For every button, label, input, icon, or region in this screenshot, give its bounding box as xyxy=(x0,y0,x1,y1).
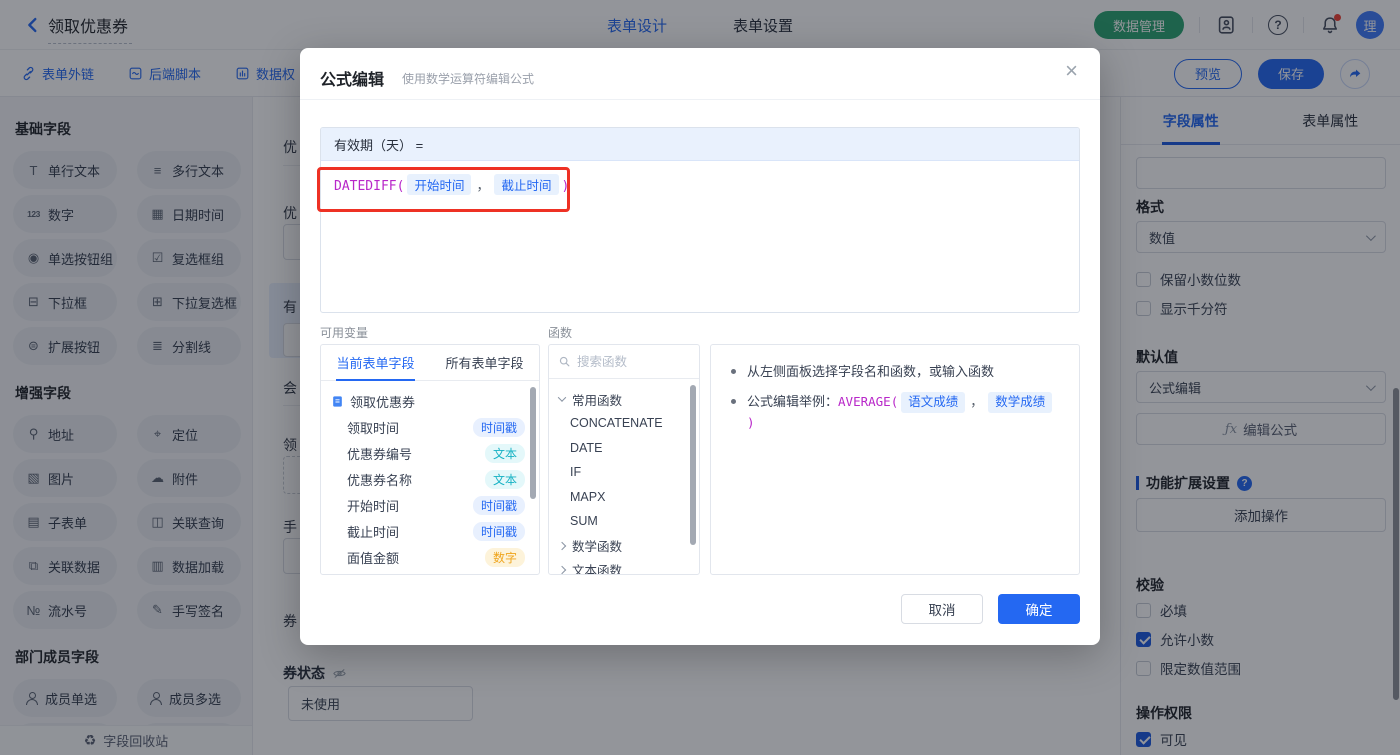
tree-root-form[interactable]: 领取优惠券 xyxy=(321,388,539,414)
modal-title: 公式编辑 xyxy=(320,72,385,89)
example-close-paren: ) xyxy=(747,415,755,430)
tip-line: 从左侧面板选择字段名和函数，或输入函数 xyxy=(729,362,1061,381)
variable-row[interactable]: 开始时间 时间戳 xyxy=(321,492,539,518)
variable-row[interactable]: 截止时间 时间戳 xyxy=(321,518,539,544)
app-screen: 领取优惠券 表单设计 表单设置 数据管理 ? 理 表单外链 后端脚本 数据权 预… xyxy=(0,0,1400,755)
function-item[interactable]: CONCATENATE xyxy=(549,411,699,436)
tab-label: 当前表单字段 xyxy=(336,353,415,381)
tip-text: 从左侧面板选择字段名和函数，或输入函数 xyxy=(747,364,995,379)
functions-panel: 常用函数 CONCATENATE DATE IF MAPX SUM 数学函数 文… xyxy=(548,344,700,575)
variables-tree: 领取优惠券 领取时间 时间戳 优惠券编号 文本 优惠券名称 文本 开始时间 时间戳 截止… xyxy=(321,381,539,570)
bullet-dot xyxy=(731,369,736,374)
example-comma: ， xyxy=(970,394,984,409)
example-field-chip: 数学成绩 xyxy=(988,392,1053,413)
type-badge: 时间戳 xyxy=(472,417,525,437)
function-item[interactable]: MAPX xyxy=(549,485,699,510)
tab-current-form-fields[interactable]: 当前表单字段 xyxy=(321,345,430,381)
formula-result-label: 有效期（天） = xyxy=(321,128,1079,161)
variable-name: 优惠券编号 xyxy=(347,446,413,462)
function-search xyxy=(549,345,699,379)
example-field-chip: 语文成绩 xyxy=(901,392,966,413)
formula-input-area[interactable]: DATEDIFF(开始时间 ， 截止时间) xyxy=(321,161,1079,208)
variables-scrollbar[interactable] xyxy=(530,387,536,499)
tip-example: 公式编辑举例：AVERAGE(语文成绩 ， 数学成绩) xyxy=(747,392,1061,432)
formula-field-chip[interactable]: 截止时间 xyxy=(494,174,559,195)
variable-name: 截止时间 xyxy=(347,524,400,540)
tip-example-prefix: 公式编辑举例： xyxy=(747,394,839,409)
tips-panel: 从左侧面板选择字段名和函数，或输入函数 公式编辑举例：AVERAGE(语文成绩 ，… xyxy=(710,344,1080,575)
functions-label: 函数 xyxy=(548,326,573,340)
formula-editor-box: 有效期（天） = DATEDIFF(开始时间 ， 截止时间) xyxy=(320,127,1080,313)
function-item[interactable]: DATE xyxy=(549,436,699,461)
chevron-right-icon xyxy=(557,541,567,550)
search-icon xyxy=(559,356,570,367)
variables-tabs: 当前表单字段 所有表单字段 xyxy=(321,345,539,381)
function-group-label: 文本函数 xyxy=(572,564,623,575)
variable-name: 开始时间 xyxy=(347,498,400,514)
chevron-down-icon xyxy=(557,393,567,402)
variable-row[interactable]: 面值金额 数字 xyxy=(321,544,539,570)
cancel-button[interactable]: 取消 xyxy=(901,594,983,624)
divider xyxy=(300,99,1100,100)
function-group-math[interactable]: 数学函数 xyxy=(549,534,699,558)
search-function-input[interactable] xyxy=(577,354,677,369)
type-badge: 数字 xyxy=(484,547,525,567)
tip-example-line: 公式编辑举例：AVERAGE(语文成绩 ， 数学成绩) xyxy=(729,392,1061,432)
variable-name: 优惠券名称 xyxy=(347,472,413,488)
variable-name: 面值金额 xyxy=(347,550,400,566)
variable-row[interactable]: 优惠券编号 文本 xyxy=(321,440,539,466)
example-function-name: AVERAGE( xyxy=(838,394,899,409)
functions-scrollbar[interactable] xyxy=(690,385,696,545)
tab-label: 所有表单字段 xyxy=(445,356,524,371)
variables-label: 可用变量 xyxy=(320,326,369,340)
modal-subtitle: 使用数学运算符编辑公式 xyxy=(402,72,535,86)
formula-comma: ， xyxy=(476,179,490,194)
bullet-dot xyxy=(731,399,736,404)
close-icon[interactable]: × xyxy=(1065,60,1078,82)
type-badge: 时间戳 xyxy=(472,521,525,541)
function-group-common[interactable]: 常用函数 xyxy=(549,387,699,411)
variable-name: 领取时间 xyxy=(347,420,400,436)
type-badge: 时间戳 xyxy=(472,495,525,515)
type-badge: 文本 xyxy=(484,469,525,489)
variables-panel: 当前表单字段 所有表单字段 领取优惠券 领取时间 时间戳 优惠券编号 文本 优惠券名… xyxy=(320,344,540,575)
variable-row[interactable]: 优惠券名称 文本 xyxy=(321,466,539,492)
type-badge: 文本 xyxy=(484,443,525,463)
formula-close-paren: ) xyxy=(561,179,570,194)
chevron-right-icon xyxy=(557,565,567,574)
tab-all-form-fields[interactable]: 所有表单字段 xyxy=(430,345,539,380)
function-list: 常用函数 CONCATENATE DATE IF MAPX SUM 数学函数 文… xyxy=(549,379,699,575)
function-group-label: 数学函数 xyxy=(572,540,623,554)
function-item[interactable]: SUM xyxy=(549,509,699,534)
function-item[interactable]: IF xyxy=(549,460,699,485)
formula-function-name: DATEDIFF( xyxy=(334,179,405,194)
variable-row[interactable]: 领取时间 时间戳 xyxy=(321,414,539,440)
formula-editor-modal: 公式编辑 使用数学运算符编辑公式 × 有效期（天） = DATEDIFF(开始时… xyxy=(300,48,1100,645)
tree-root-label: 领取优惠券 xyxy=(350,394,416,410)
function-group-label: 常用函数 xyxy=(572,393,623,408)
confirm-button[interactable]: 确定 xyxy=(998,594,1080,624)
form-doc-icon xyxy=(333,395,342,407)
formula-field-chip[interactable]: 开始时间 xyxy=(407,174,472,195)
function-group-text[interactable]: 文本函数 xyxy=(549,558,699,575)
